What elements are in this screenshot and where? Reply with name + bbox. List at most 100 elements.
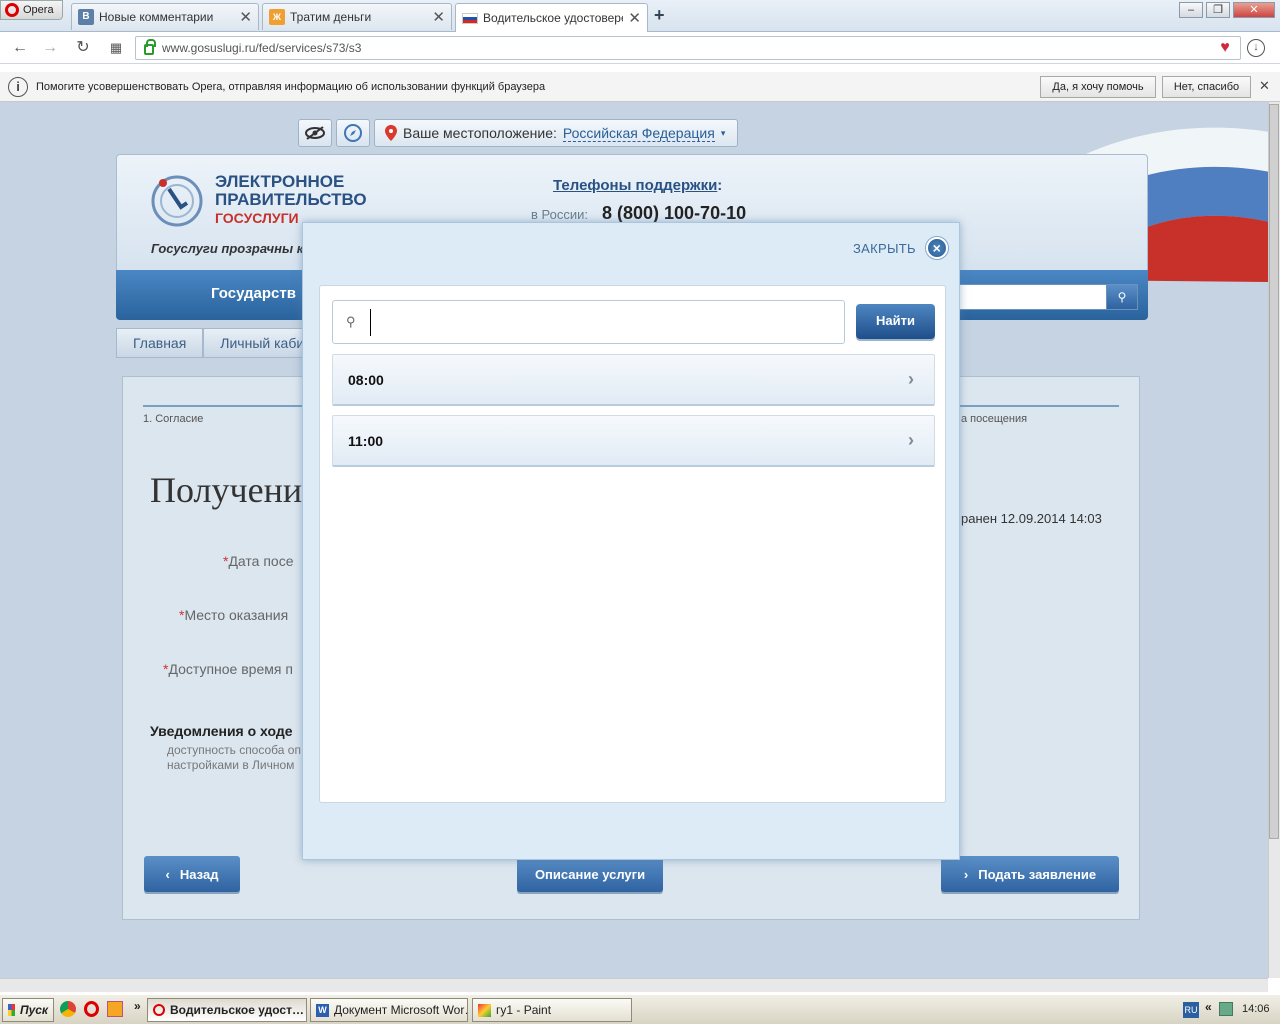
close-tab-icon[interactable]: ✕ bbox=[239, 8, 252, 26]
vertical-scrollbar-thumb[interactable] bbox=[1269, 104, 1279, 839]
logo-line-2: ПРАВИТЕЛЬСТВО bbox=[215, 190, 367, 209]
nav-item-gov[interactable]: Государств bbox=[211, 285, 296, 302]
app-quicklaunch-icon[interactable] bbox=[107, 1001, 123, 1017]
heart-icon[interactable]: ♥ bbox=[1215, 38, 1235, 58]
lock-icon bbox=[144, 39, 156, 55]
back-button[interactable]: ‹ Назад bbox=[144, 856, 240, 892]
tab-gosuslugi[interactable]: Водительское удостоверен ✕ bbox=[455, 3, 648, 32]
url-text: www.gosuslugi.ru/fed/services/s73/s3 bbox=[162, 41, 362, 55]
opera-quicklaunch-icon[interactable] bbox=[84, 1001, 99, 1017]
network-tray-icon[interactable] bbox=[1219, 1002, 1233, 1016]
low-vision-button[interactable] bbox=[298, 119, 332, 147]
close-infobar-icon[interactable]: ✕ bbox=[1259, 78, 1270, 94]
close-tab-icon[interactable]: ✕ bbox=[628, 9, 641, 27]
new-tab-button[interactable]: + bbox=[654, 5, 665, 26]
accept-help-button[interactable]: Да, я хочу помочь bbox=[1040, 76, 1156, 98]
modal-close-control[interactable]: ЗАКРЫТЬ × bbox=[853, 237, 948, 259]
chevron-right-icon: › bbox=[908, 369, 914, 389]
search-icon[interactable]: ⚲ bbox=[1106, 284, 1138, 310]
logo-line-1: ЭЛЕКТРОННОЕ bbox=[215, 172, 345, 191]
taskbar-item-paint[interactable]: гу1 - Paint bbox=[472, 998, 632, 1022]
eye-crossed-icon bbox=[305, 126, 325, 140]
opera-menu-button[interactable]: Opera bbox=[0, 0, 63, 20]
info-message: Помогите усовершенствовать Opera, отправ… bbox=[36, 80, 546, 93]
tab-label: Водительское удостоверен bbox=[483, 11, 624, 25]
browser-tab-bar: Opera В Новые комментарии ✕ Ж Тратим ден… bbox=[0, 0, 1280, 32]
notifications-text-2: настройками в Личном bbox=[167, 758, 295, 772]
find-button[interactable]: Найти bbox=[856, 304, 935, 339]
submit-application-button[interactable]: › Подать заявление bbox=[941, 856, 1119, 892]
clock[interactable]: 14:06 bbox=[1242, 1003, 1270, 1015]
close-window-button[interactable]: ✕ bbox=[1233, 2, 1275, 18]
step-visit: а посещения bbox=[961, 413, 1028, 425]
windows-logo-icon bbox=[8, 1004, 15, 1016]
compass-icon bbox=[344, 124, 362, 142]
opera-logo-icon bbox=[5, 3, 19, 17]
info-icon: i bbox=[8, 76, 28, 97]
tab-livejournal[interactable]: Ж Тратим деньги ✕ bbox=[262, 3, 452, 30]
paint-icon bbox=[478, 1003, 491, 1017]
opera-icon bbox=[153, 1004, 165, 1016]
support-link[interactable]: Телефоны поддержки bbox=[553, 177, 717, 194]
address-field[interactable]: www.gosuslugi.ru/fed/services/s73/s3 bbox=[135, 36, 1241, 60]
gosuslugi-logo-icon bbox=[151, 175, 203, 227]
support-colon: : bbox=[717, 177, 723, 194]
support-region: в России: bbox=[531, 207, 588, 222]
location-pin-icon bbox=[385, 125, 397, 141]
tab-vk[interactable]: В Новые комментарии ✕ bbox=[71, 3, 259, 30]
start-button[interactable]: Пуск bbox=[2, 998, 54, 1022]
language-indicator[interactable]: RU bbox=[1183, 1002, 1199, 1018]
site-top-controls: Ваше местоположение: Российская Федераци… bbox=[298, 118, 739, 148]
download-icon[interactable]: ↓ bbox=[1247, 39, 1265, 57]
time-slot-label: 11:00 bbox=[348, 432, 384, 449]
location-selector[interactable]: Ваше местоположение: Российская Федераци… bbox=[374, 119, 739, 147]
close-icon[interactable]: × bbox=[925, 237, 948, 259]
taskbar-item-opera[interactable]: Водительское удост… bbox=[147, 998, 307, 1022]
time-slot-item[interactable]: 08:00 › bbox=[332, 354, 935, 406]
support-title: Телефоны поддержки: bbox=[553, 177, 722, 194]
time-slot-item[interactable]: 11:00 › bbox=[332, 415, 935, 467]
close-label[interactable]: ЗАКРЫТЬ bbox=[853, 241, 916, 256]
notifications-text-1: доступность способа оп bbox=[167, 743, 301, 757]
chevron-right-icon: › bbox=[908, 430, 914, 450]
site-tagline: Госуслуги прозрачны как bbox=[151, 241, 318, 256]
tray-expand-icon[interactable]: « bbox=[1205, 1000, 1212, 1014]
forward-arrow-icon[interactable]: → bbox=[40, 38, 60, 58]
site-search-input[interactable] bbox=[959, 284, 1107, 310]
minimize-button[interactable]: – bbox=[1179, 2, 1203, 18]
opera-info-bar: i Помогите усовершенствовать Opera, отпр… bbox=[0, 72, 1280, 102]
logo-text: ЭЛЕКТРОННОЕ ПРАВИТЕЛЬСТВО ГОСУСЛУГИ bbox=[215, 173, 367, 227]
quicklaunch-more-icon[interactable]: » bbox=[134, 999, 141, 1013]
location-value[interactable]: Российская Федерация bbox=[562, 125, 715, 142]
notifications-title: Уведомления о ходе bbox=[150, 723, 293, 739]
field-label-time: *Доступное время п bbox=[163, 661, 293, 677]
maximize-button[interactable]: ❐ bbox=[1206, 2, 1230, 18]
word-icon: W bbox=[316, 1003, 329, 1017]
navigation-bar: ← → ↻ ▦ www.gosuslugi.ru/fed/services/s7… bbox=[0, 32, 1280, 64]
modal-content-panel: ⚲ Найти 08:00 › 11:00 › bbox=[319, 285, 946, 803]
vk-icon: В bbox=[78, 9, 94, 25]
text-caret bbox=[370, 309, 371, 336]
speed-dial-grid-icon[interactable]: ▦ bbox=[106, 38, 126, 58]
time-slot-label: 08:00 bbox=[348, 371, 384, 388]
service-description-button[interactable]: Описание услуги bbox=[517, 856, 663, 892]
location-label: Ваше местоположение: bbox=[403, 125, 557, 141]
opera-menu-label: Opera bbox=[23, 4, 54, 16]
taskbar-item-word[interactable]: W Документ Microsoft Wor… bbox=[310, 998, 468, 1022]
chrome-quicklaunch-icon[interactable] bbox=[60, 1001, 76, 1017]
search-icon: ⚲ bbox=[346, 314, 356, 329]
horizontal-scrollbar[interactable] bbox=[0, 978, 1268, 992]
compass-button[interactable] bbox=[336, 119, 370, 147]
back-arrow-icon[interactable]: ← bbox=[10, 38, 30, 58]
reload-icon[interactable]: ↻ bbox=[73, 38, 93, 58]
chevron-right-icon: › bbox=[963, 866, 969, 882]
field-label-date: *Дата посе bbox=[223, 553, 294, 569]
tab-label: Тратим деньги bbox=[290, 10, 372, 24]
slot-search-field[interactable]: ⚲ bbox=[332, 300, 845, 344]
chevron-down-icon: ▾ bbox=[720, 127, 726, 138]
windows-taskbar: Пуск » Водительское удост… W Документ Mi… bbox=[0, 994, 1280, 1024]
draft-saved-status: ранен 12.09.2014 14:03 bbox=[961, 511, 1102, 526]
close-tab-icon[interactable]: ✕ bbox=[432, 8, 445, 26]
breadcrumb-home[interactable]: Главная bbox=[116, 328, 204, 358]
decline-help-button[interactable]: Нет, спасибо bbox=[1162, 76, 1251, 98]
